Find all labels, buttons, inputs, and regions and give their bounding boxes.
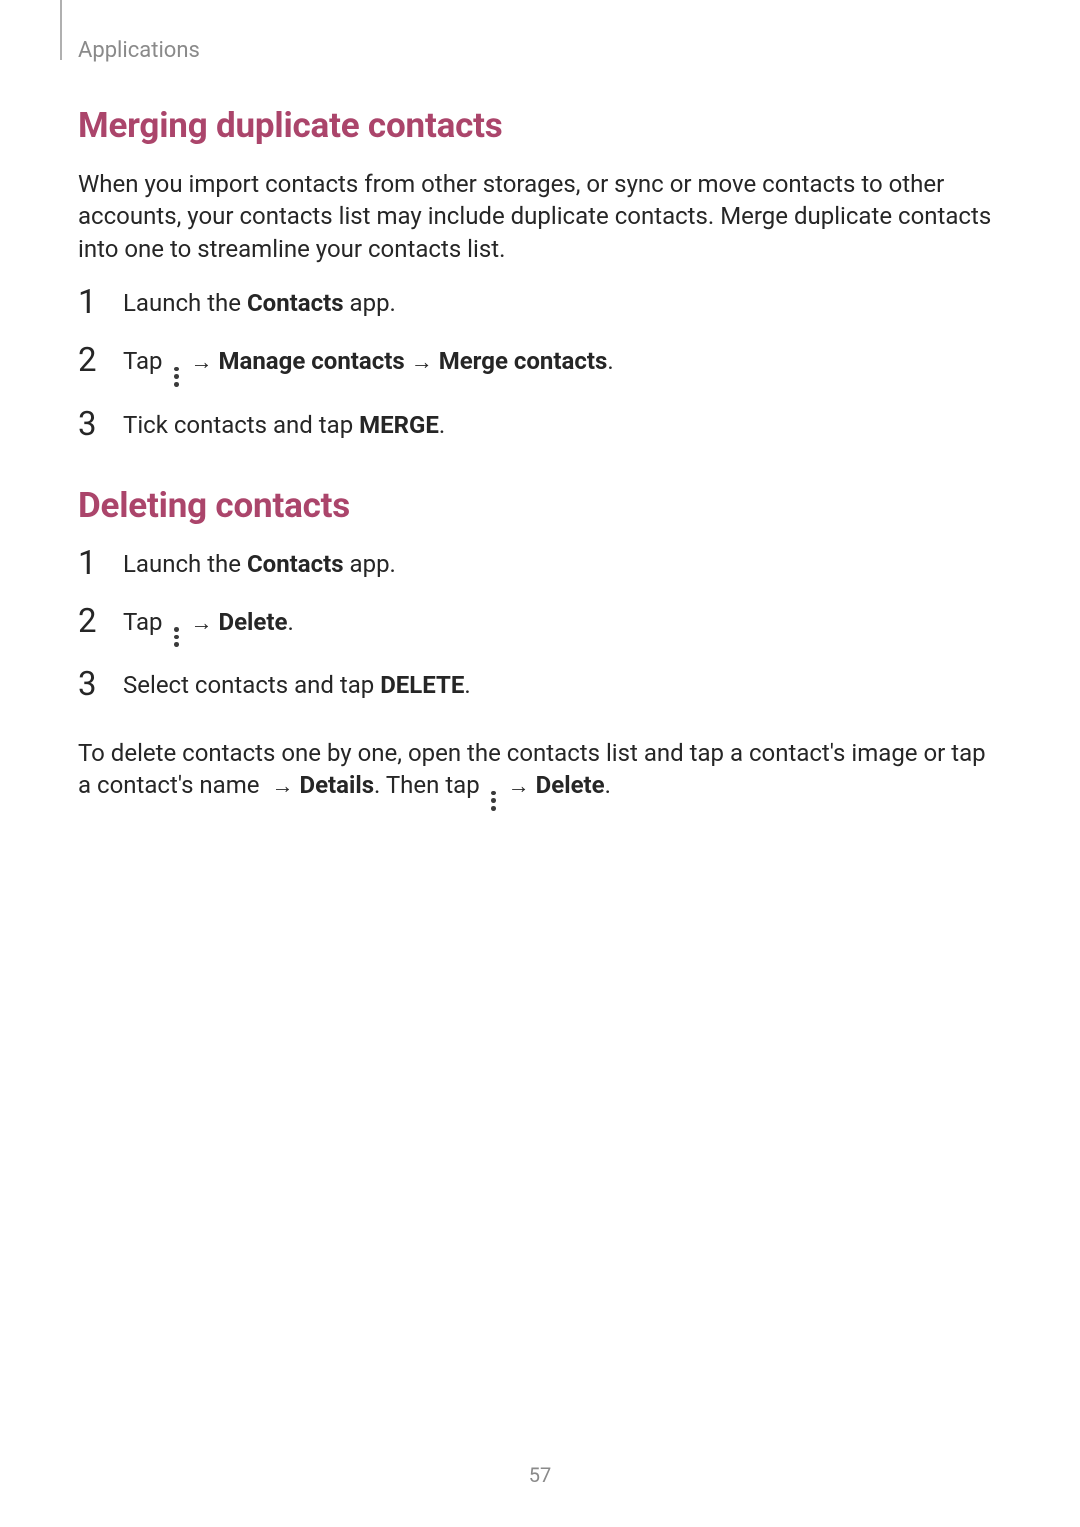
para-text: To delete contacts one by one, open the …: [78, 739, 986, 799]
step-text: .: [287, 608, 293, 636]
menu-item: Delete: [218, 608, 287, 636]
header-section-label: Applications: [78, 38, 200, 63]
menu-item: Delete: [536, 771, 605, 799]
deleting-step-3: Select contacts and tap DELETE.: [78, 669, 998, 705]
page-rule: [60, 0, 62, 60]
step-text: .: [439, 411, 445, 439]
menu-item: Details: [299, 771, 374, 799]
deleting-post-paragraph: To delete contacts one by one, open the …: [78, 737, 998, 811]
step-text: Launch the: [123, 550, 247, 578]
menu-item: Merge contacts: [439, 347, 608, 375]
merging-steps-list: Launch the Contacts app. Tap →Manage con…: [78, 287, 998, 444]
merging-step-3: Tick contacts and tap MERGE.: [78, 409, 998, 445]
arrow-icon: →: [190, 609, 212, 639]
more-options-icon: [172, 627, 180, 647]
deleting-step-2: Tap →Delete.: [78, 606, 998, 647]
arrow-icon: →: [190, 348, 212, 378]
step-text: .: [607, 347, 613, 375]
section-title-deleting: Deleting contacts: [78, 485, 998, 526]
merging-intro-paragraph: When you import contacts from other stor…: [78, 168, 998, 265]
step-text: Select contacts and tap: [123, 671, 380, 699]
step-text: Tick contacts and tap: [123, 411, 359, 439]
button-label: MERGE: [359, 411, 439, 439]
app-name: Contacts: [247, 550, 344, 578]
deleting-steps-list: Launch the Contacts app. Tap →Delete. Se…: [78, 548, 998, 705]
step-text: app.: [344, 550, 396, 578]
page-number: 57: [0, 1463, 1080, 1487]
step-text: Launch the: [123, 289, 247, 317]
app-name: Contacts: [247, 289, 344, 317]
merging-step-2: Tap →Manage contacts→Merge contacts.: [78, 345, 998, 386]
page-content: Merging duplicate contacts When you impo…: [78, 105, 998, 811]
arrow-icon: →: [508, 772, 530, 802]
more-options-icon: [490, 791, 498, 811]
arrow-icon: →: [411, 348, 433, 378]
merging-step-1: Launch the Contacts app.: [78, 287, 998, 323]
step-text: Tap: [123, 608, 168, 636]
arrow-icon: →: [271, 772, 293, 802]
section-title-merging: Merging duplicate contacts: [78, 105, 998, 146]
para-text: .: [605, 771, 611, 799]
menu-item: Manage contacts: [218, 347, 404, 375]
para-text: . Then tap: [374, 771, 486, 799]
step-text: .: [464, 671, 470, 699]
deleting-step-1: Launch the Contacts app.: [78, 548, 998, 584]
button-label: DELETE: [380, 671, 464, 699]
step-text: Tap: [123, 347, 168, 375]
step-text: app.: [344, 289, 396, 317]
more-options-icon: [172, 367, 180, 387]
